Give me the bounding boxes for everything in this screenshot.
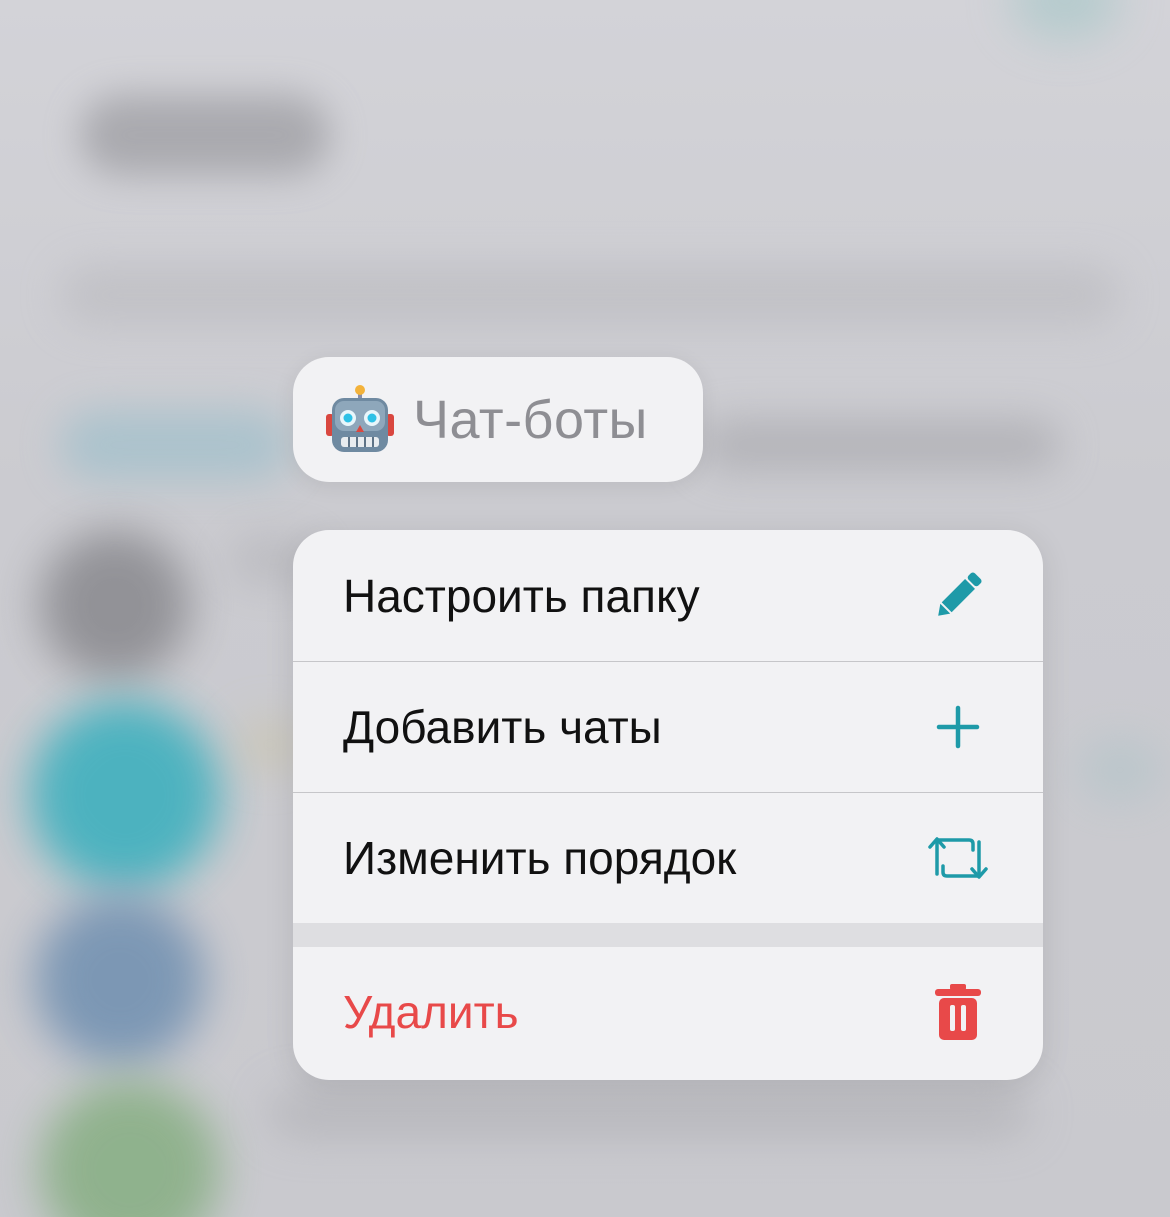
- blurred-chat-avatar: [40, 1080, 220, 1217]
- pencil-icon: [923, 561, 993, 631]
- blurred-chat-row: [240, 720, 300, 770]
- blurred-folder-tab: [60, 410, 290, 480]
- plus-icon: [923, 692, 993, 762]
- folder-title: Чат-боты: [413, 389, 648, 450]
- blurred-folder-tab-secondary: [700, 420, 1060, 470]
- folder-context-menu: Настроить папку Добавить чаты Изменить п…: [293, 530, 1043, 1080]
- blurred-chat-avatar: [40, 530, 190, 680]
- blurred-header-title: [80, 95, 330, 175]
- reorder-arrows-icon: [923, 823, 993, 893]
- blurred-chat-row: [270, 1090, 1030, 1135]
- menu-item-label: Изменить порядок: [343, 832, 737, 884]
- menu-item-add-chats[interactable]: Добавить чаты: [293, 661, 1043, 792]
- trash-icon: [923, 977, 993, 1047]
- blurred-chat-badge: [1080, 740, 1160, 800]
- menu-item-label: Добавить чаты: [343, 701, 662, 753]
- menu-item-label: Удалить: [343, 986, 519, 1038]
- menu-item-delete[interactable]: Удалить: [293, 947, 1043, 1077]
- menu-item-reorder[interactable]: Изменить порядок: [293, 792, 1043, 923]
- blurred-chat-avatar: [30, 700, 220, 890]
- menu-section-separator: [293, 923, 1043, 947]
- blurred-header-button: [1010, 0, 1120, 40]
- blurred-chat-avatar: [35, 895, 205, 1065]
- robot-face-icon: [325, 384, 395, 456]
- menu-item-label: Настроить папку: [343, 569, 700, 622]
- menu-item-edit-folder[interactable]: Настроить папку: [293, 530, 1043, 661]
- folder-tab-preview: Чат-боты: [293, 357, 703, 482]
- blurred-search-bar: [60, 265, 1120, 325]
